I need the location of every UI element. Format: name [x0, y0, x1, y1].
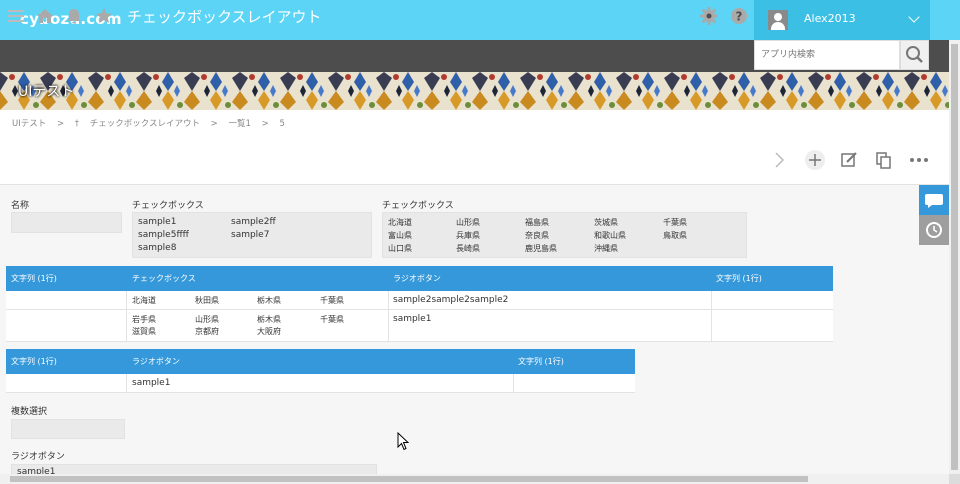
checkbox2-option: 茨城県 [594, 218, 618, 227]
table-cell: 山形県 [195, 315, 219, 324]
checkbox2-option: 沖縄県 [594, 244, 618, 253]
banner-image [0, 72, 949, 110]
search-button[interactable] [900, 40, 929, 70]
checkbox1-option: sample5ffff [138, 230, 189, 240]
search-input[interactable] [755, 41, 895, 69]
bell-icon[interactable] [64, 6, 84, 26]
checkbox2-option: 山形県 [456, 218, 480, 227]
chevron-down-icon [908, 11, 920, 23]
plus-icon[interactable] [804, 149, 826, 171]
table-cell: 北海道 [132, 296, 156, 305]
checkbox2-label: チェックボックス [382, 201, 454, 211]
table1-col-header: ラジオボタン [393, 274, 441, 283]
checkbox2-option: 兵庫県 [456, 231, 480, 240]
table-cell: 大阪府 [257, 327, 281, 336]
checkbox2-option: 長崎県 [456, 244, 480, 253]
checkbox2-option: 奈良県 [525, 231, 549, 240]
history-button[interactable] [919, 215, 949, 245]
checkbox2-option: 北海道 [388, 218, 412, 227]
checkbox1-option: sample7 [231, 230, 270, 240]
checkbox2-option: 千葉県 [663, 218, 687, 227]
pin-icon: † [74, 119, 80, 129]
history-icon [926, 222, 942, 238]
gear-icon[interactable] [699, 6, 719, 26]
checkbox2-option: 鳥取県 [663, 231, 687, 240]
table-cell: 滋賀県 [132, 327, 156, 336]
avatar [768, 10, 788, 30]
search-icon [906, 46, 923, 63]
scrollbar-corner [949, 474, 960, 484]
home-icon[interactable] [35, 6, 55, 26]
breadcrumb-app[interactable]: UIテスト [12, 119, 46, 129]
comment-button[interactable] [919, 185, 949, 215]
checkbox1-option: sample1 [138, 217, 177, 227]
page-title: チェックボックスレイアウト [127, 8, 322, 26]
table1-col-header: 文字列 (1行) [716, 274, 762, 283]
breadcrumb: UIテスト > † チェックボックスレイアウト > 一覧1 > 5 [12, 119, 285, 129]
cursor-icon [397, 432, 409, 451]
more-icon[interactable] [908, 149, 930, 171]
horizontal-scroll-thumb[interactable] [10, 476, 808, 482]
table-cell: 京都府 [195, 327, 219, 336]
table-row [6, 374, 635, 393]
checkbox1-option: sample8 [138, 243, 177, 253]
name-field [11, 212, 122, 233]
checkbox2-field [382, 212, 747, 258]
table1-col-header: チェックボックス [132, 274, 196, 283]
table-cell: 栃木県 [257, 296, 281, 305]
multi-select-label: 複数選択 [11, 407, 48, 417]
star-icon[interactable] [94, 6, 114, 26]
table2-col-header: 文字列 (1行) [11, 357, 57, 366]
table-cell: sample2sample2sample2 [393, 295, 509, 305]
help-icon[interactable]: ? [729, 6, 749, 26]
checkbox2-option: 和歌山県 [594, 231, 626, 240]
table1-col-header: 文字列 (1行) [11, 274, 57, 283]
checkbox1-label: チェックボックス [132, 201, 204, 211]
edit-icon[interactable] [838, 149, 860, 171]
vertical-scroll-thumb[interactable] [951, 44, 958, 470]
user-name: Alex2013 [804, 12, 856, 25]
chevron-right-icon[interactable] [768, 149, 790, 171]
svg-text:?: ? [736, 10, 743, 24]
radio-label: ラジオボタン [11, 452, 65, 462]
table-cell: 栃木県 [257, 315, 281, 324]
table-cell: 千葉県 [320, 296, 344, 305]
table-cell: 秋田県 [195, 296, 219, 305]
checkbox2-option: 富山県 [388, 231, 412, 240]
menu-icon[interactable] [6, 6, 26, 26]
comment-icon [925, 194, 943, 208]
table-cell: 岩手県 [132, 315, 156, 324]
search-field [754, 40, 900, 70]
breadcrumb-record: 5 [279, 119, 285, 129]
checkbox2-option: 山口県 [388, 244, 412, 253]
checkbox2-option: 鹿児島県 [525, 244, 557, 253]
multi-select-field [11, 419, 125, 439]
breadcrumb-view[interactable]: 一覧1 [229, 119, 251, 129]
checkbox2-option: 福島県 [525, 218, 549, 227]
user-menu[interactable]: Alex2013 [754, 0, 930, 40]
copy-icon[interactable] [873, 149, 895, 171]
breadcrumb-app-name[interactable]: チェックボックスレイアウト [90, 119, 200, 129]
name-label: 名称 [11, 201, 30, 211]
table-cell: sample1 [132, 378, 171, 388]
banner-title: UIテスト [18, 84, 75, 100]
checkbox1-option: sample2ff [231, 217, 276, 227]
table2-col-header: 文字列 (1行) [518, 357, 564, 366]
table2-col-header: ラジオボタン [132, 357, 180, 366]
table-cell: 千葉県 [320, 315, 344, 324]
table-cell: sample1 [393, 314, 432, 324]
